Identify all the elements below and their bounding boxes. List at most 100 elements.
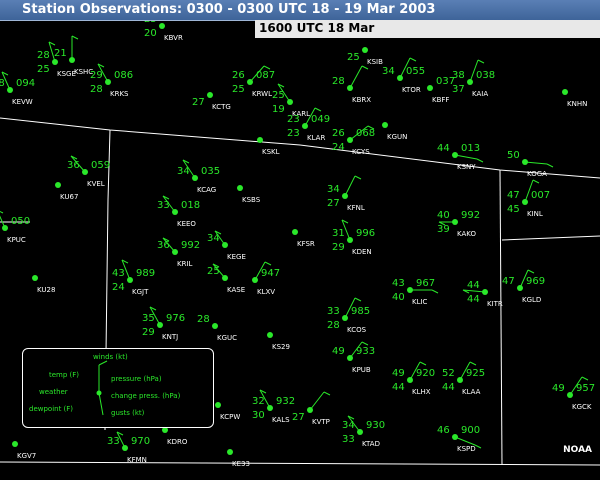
station-id: KDEN [352, 248, 372, 256]
pressure-value: 957 [576, 383, 595, 394]
station-id: KSIB [367, 58, 383, 66]
station-kden: 31 29 996 KDEN [332, 219, 375, 256]
station-kgjt: 43 24 989 KGJT [112, 259, 155, 296]
station-dot [207, 92, 213, 98]
station-id: KGUC [217, 334, 237, 342]
station-id: KVTP [312, 418, 330, 426]
legend-station-model [96, 360, 108, 416]
wind-barb-flag [264, 261, 272, 266]
station-id: KITR [487, 300, 503, 308]
station-kvtp: 27 KVTP [292, 391, 331, 426]
station-ktor: 34 055 KTOR [382, 57, 425, 94]
temperature-value: 46 [437, 425, 450, 436]
wind-barb-flag [361, 65, 369, 70]
station-kcpw: KCPW [215, 402, 240, 421]
station-dot [457, 377, 463, 383]
station-id: KCYS [352, 148, 370, 156]
station-dot [52, 59, 58, 65]
station-id: KGCK [572, 403, 592, 411]
station-dot [12, 441, 18, 447]
station-id: KPUC [7, 236, 26, 244]
station-kvel: 36 059 KVEL [67, 155, 110, 188]
station-dot [2, 225, 8, 231]
station-kfnl: 34 27 KFNL [327, 175, 365, 212]
dewpoint-value: 29 [142, 327, 155, 338]
temperature-value: 49 [552, 383, 565, 394]
pressure-value: 087 [256, 70, 275, 81]
temperature-value: 32 [252, 396, 265, 407]
station-ksib: 25 KSIB [347, 47, 383, 66]
station-ktad: 34 33 930 KTAD [342, 415, 385, 448]
station-koga: 50 KOGA [507, 150, 554, 178]
station-kfsr: KFSR [292, 229, 315, 248]
temperature-value: 49 [392, 368, 405, 379]
station-id: KSBS [242, 196, 261, 204]
temperature-value: 44 [437, 143, 450, 154]
dewpoint-value: 24 [332, 142, 345, 153]
pressure-value: 900 [461, 425, 480, 436]
temperature-value: 50 [507, 150, 520, 161]
temperature-value: 47 [502, 276, 515, 287]
station-dot [562, 89, 568, 95]
temperature-value: 52 [442, 368, 455, 379]
dewpoint-value: 29 [332, 242, 345, 253]
pressure-value: 969 [526, 276, 545, 287]
station-id: KINL [527, 210, 543, 218]
noaa-logo: NOAA [563, 445, 592, 455]
temperature-value: 28 [37, 50, 50, 61]
temperature-value: 35 [142, 313, 155, 324]
station-dot [252, 277, 258, 283]
station-karl: 2519 KARL [272, 83, 310, 118]
station-kskl: KSKL [257, 137, 280, 156]
wind-barb-flag [527, 269, 535, 274]
station-kspd: 46 900 KSPD [437, 425, 482, 453]
wind-barb [344, 175, 356, 197]
station-kals: 32 30 932 KALS [252, 389, 295, 424]
temperature-value: 28 [332, 76, 345, 87]
station-id: KTOR [402, 86, 421, 94]
station-dot [347, 355, 353, 361]
station-id: KRWL [252, 90, 272, 98]
station-dot [347, 237, 353, 243]
station-kitr: 44 44 KITR [462, 280, 503, 308]
station-kgck: 49 957 KGCK [552, 376, 595, 411]
pressure-value: 035 [201, 166, 220, 177]
station-dot [105, 79, 111, 85]
wind-barb-flag [477, 59, 485, 64]
station-kbff: 037KBFF [427, 76, 455, 104]
station-id: KSPD [457, 445, 476, 453]
station-dot [522, 199, 528, 205]
temperature-value: 43 [112, 268, 125, 279]
station-model-legend: winds (kt) temp (F) weather dewpoint (F)… [22, 348, 214, 428]
temperature-value: 25 [272, 90, 285, 101]
station-dot [292, 229, 298, 235]
station-kctg: 27 KCTG [192, 92, 231, 111]
temperature-value: 38 [452, 70, 465, 81]
station-id: KFSR [297, 240, 315, 248]
station-id: KCAG [197, 186, 216, 194]
pressure-value: 055 [406, 66, 425, 77]
station-kevw: 28 094 KEVW [0, 71, 35, 106]
temperature-value: 33 [157, 200, 170, 211]
pressure-value: 976 [166, 313, 185, 324]
wind-barb-flag [532, 179, 540, 184]
station-dot [407, 287, 413, 293]
station-ku67: KU67 [55, 182, 78, 201]
pressure-value: 049 [311, 114, 330, 125]
station-id: KNHN [567, 100, 587, 108]
station-id: KDRO [167, 438, 188, 446]
pressure-value: 930 [366, 420, 385, 431]
station-id: KEVW [12, 98, 33, 106]
station-id: KCPW [220, 413, 240, 421]
dewpoint-value: 39 [437, 224, 450, 235]
dewpoint-value: 19 [272, 104, 285, 115]
station-id: KTAD [362, 440, 380, 448]
station-id: KGV7 [17, 452, 36, 460]
wind-barb-flag [314, 107, 322, 112]
wind-barb-flag [71, 35, 79, 40]
dewpoint-value: 37 [452, 84, 465, 95]
station-id: KLHX [412, 388, 431, 396]
station-klic: 43 40 967 KLIC [392, 278, 439, 306]
station-knhn: KNHN [562, 89, 587, 108]
wind-barb-flag [323, 391, 331, 396]
